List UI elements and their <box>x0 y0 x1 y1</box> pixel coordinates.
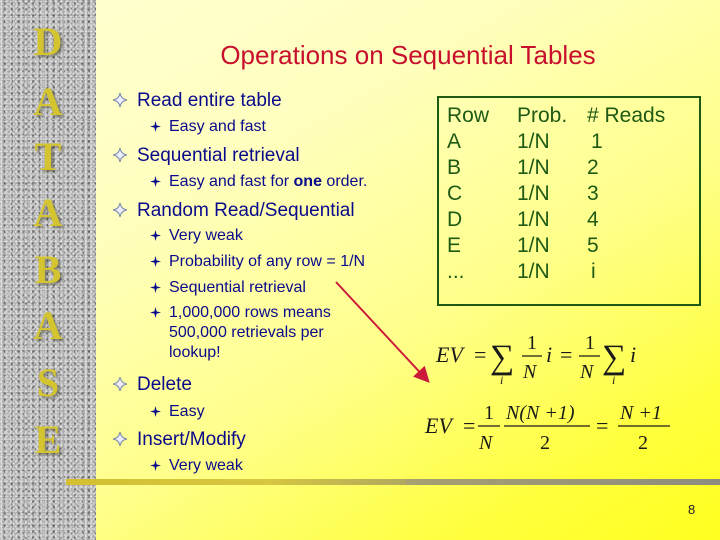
slide-title: Operations on Sequential Tables <box>220 40 596 70</box>
four-point-star-icon <box>150 176 161 187</box>
formula-numerator: N(N +1) <box>505 402 575 424</box>
four-point-star-outline-icon <box>112 92 128 108</box>
table-cell: 1/N <box>517 182 550 205</box>
table-header-prob: Prob. <box>517 104 568 127</box>
formula-denominator: N <box>478 432 494 454</box>
formula-numerator: 1 <box>585 332 595 354</box>
slide: D A T A B A S E Operations on Sequential… <box>0 0 720 540</box>
bullet-label: Sequential retrieval <box>137 145 300 166</box>
formula-i: i <box>546 342 552 367</box>
text-run: order. <box>321 173 368 190</box>
four-point-star-icon <box>150 256 161 267</box>
formula-sum: ∑ <box>490 339 514 376</box>
sidebar-letter: D <box>33 19 63 64</box>
four-point-star-icon <box>150 230 161 241</box>
sub-bullet-label: Easy and fast for one order. <box>169 169 367 195</box>
footer-rule-right <box>406 479 720 485</box>
four-point-star-outline-icon <box>112 376 128 392</box>
sub-bullet-label: Very weak <box>169 227 243 244</box>
sidebar-letter: B <box>34 247 62 292</box>
text-run: Easy and fast for <box>169 173 294 190</box>
granite-sidebar: D A T A B A S E <box>0 0 96 540</box>
bullet-label: Random Read/Sequential <box>137 200 355 221</box>
formula-equals: = <box>474 342 486 367</box>
table-cell: 1/N <box>517 234 550 257</box>
table-cell: 1 <box>591 130 603 153</box>
table-cell: B <box>447 156 462 179</box>
sidebar-letter: S <box>36 360 60 405</box>
formula-equals: = <box>596 413 608 438</box>
table-cell: E <box>447 234 462 257</box>
formula-i: i <box>630 342 636 367</box>
formula-denominator: N <box>522 361 538 383</box>
four-point-star-icon <box>150 460 161 471</box>
probability-table: Row Prob. # Reads A 1/N 1 B 1/N 2 C 1/N … <box>437 96 701 306</box>
four-point-star-outline-icon <box>112 431 128 447</box>
formula-equals: = <box>560 342 572 367</box>
table-cell: 5 <box>587 234 599 257</box>
table-cell: 1/N <box>517 130 550 153</box>
sub-bullet-label: Sequential retrieval <box>169 279 306 296</box>
table-cell: C <box>447 182 463 205</box>
table-cell: A <box>447 130 462 153</box>
formula-denominator: N <box>579 361 595 383</box>
formula-denominator: 2 <box>638 432 648 454</box>
sidebar-letter: A <box>33 79 63 124</box>
bullet-label: Insert/Modify <box>137 429 246 450</box>
bullet-label: Read entire table <box>137 90 282 111</box>
formula-numerator: N +1 <box>619 402 662 424</box>
table-cell: 2 <box>587 156 599 179</box>
table-header-row: Row <box>447 104 490 127</box>
table-cell: 1/N <box>517 156 550 179</box>
table-cell: D <box>447 208 463 231</box>
table-cell: i <box>591 260 596 283</box>
four-point-star-icon <box>150 406 161 417</box>
sidebar-letter: E <box>34 417 62 462</box>
table-cell: 1/N <box>517 260 550 283</box>
page-number: 8 <box>688 502 696 517</box>
sub-bullet-label: Probability of any row = 1/N <box>169 253 366 270</box>
sub-bullet-label: Easy and fast <box>169 118 266 135</box>
formula-sum: ∑ <box>602 339 626 376</box>
footer-rule-left <box>66 479 406 485</box>
sidebar-letter: A <box>33 303 63 348</box>
table-cell: 3 <box>587 182 599 205</box>
table-cell: ... <box>447 260 465 283</box>
formula-expected-value-sum: EV = ∑ i 1 N i = 1 N ∑ i i <box>435 332 636 387</box>
sidebar-letter: T <box>34 134 62 179</box>
sub-bullet-label: Easy <box>169 403 205 420</box>
formula-equals: = <box>463 413 475 438</box>
four-point-star-icon <box>150 121 161 132</box>
four-point-star-outline-icon <box>112 147 128 163</box>
four-point-star-icon <box>150 307 161 318</box>
sub-bullet-label: Very weak <box>169 457 243 474</box>
four-point-star-outline-icon <box>112 202 128 218</box>
sub-bullet-label: 1,000,000 rows means 500,000 retrievals … <box>169 304 331 361</box>
formula-sum-index: i <box>612 373 615 387</box>
four-point-star-icon <box>150 282 161 293</box>
table-header-reads: # Reads <box>587 104 666 127</box>
formula-ev: EV <box>424 413 454 438</box>
emphasis-one: one <box>293 173 322 190</box>
table-cell: 1/N <box>517 208 550 231</box>
sidebar-letter: A <box>33 190 63 235</box>
formula-numerator: 1 <box>527 332 537 354</box>
formula-sum-index: i <box>500 373 503 387</box>
formula-denominator: 2 <box>540 432 550 454</box>
table-cell: 4 <box>587 208 599 231</box>
formula-ev: EV <box>435 342 465 367</box>
formula-numerator: 1 <box>484 402 494 424</box>
formula-expected-value-closed: EV = 1 N N(N +1) 2 = N +1 2 <box>424 402 670 454</box>
bullet-label: Delete <box>137 374 192 395</box>
